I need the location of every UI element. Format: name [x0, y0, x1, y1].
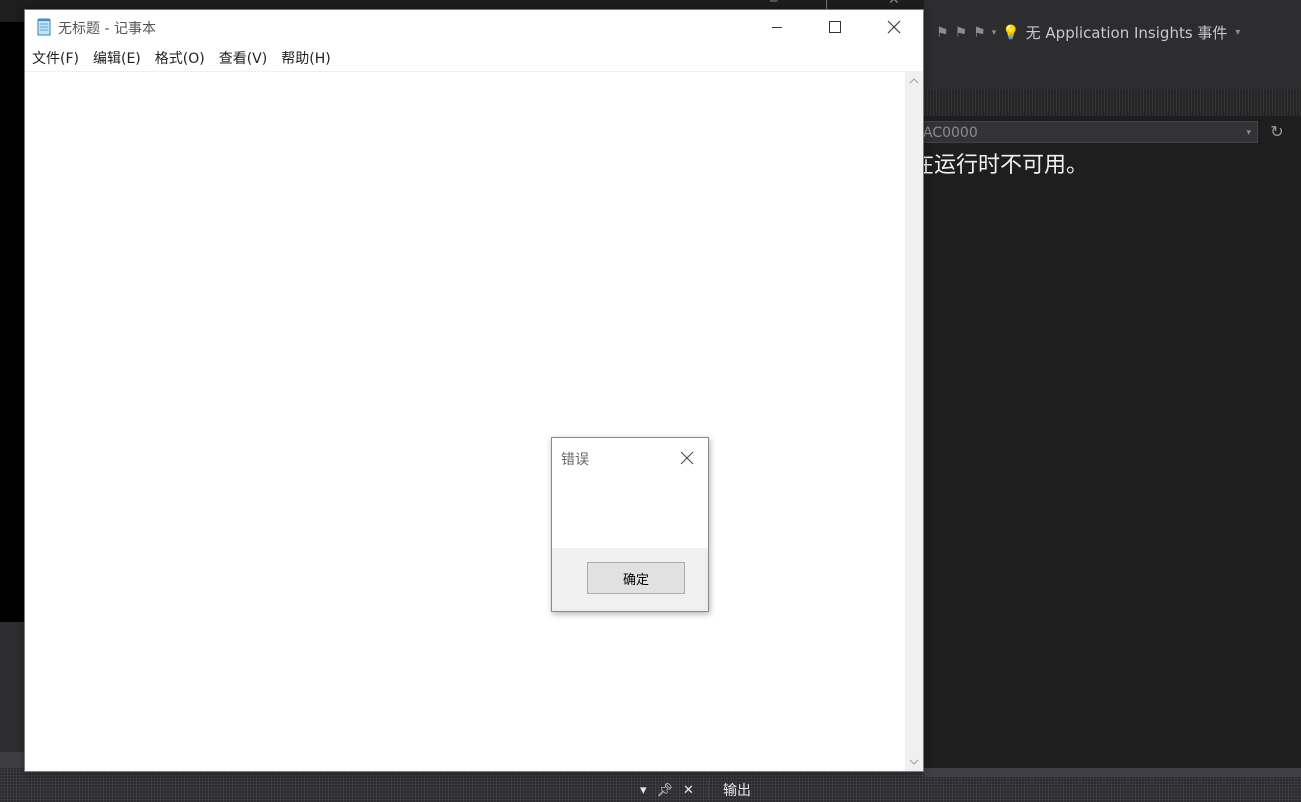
maximize-icon [829, 21, 841, 33]
scroll-down-button[interactable] [905, 753, 923, 771]
vs-output-tab-strip: ▾ 📌︎ ✕ 输出 [640, 778, 751, 802]
dialog-title: 错误 [561, 452, 589, 468]
minimize-icon: ─ [770, 0, 778, 8]
vs-unavailable-message: 在运行时不可用。 [912, 153, 1089, 178]
chevron-down-icon [909, 759, 919, 765]
scroll-up-button[interactable] [905, 72, 923, 90]
menu-edit[interactable]: 编辑(E) [86, 48, 148, 70]
vs-panel-tab-strip [924, 768, 1301, 777]
maximize-button[interactable] [806, 10, 864, 44]
ok-button[interactable]: 确定 [587, 562, 685, 594]
menu-help[interactable]: 帮助(H) [274, 48, 337, 70]
minimize-icon [772, 27, 782, 28]
menu-file[interactable]: 文件(F) [25, 48, 86, 70]
notepad-window: 无标题 - 记事本 文件(F) 编辑(E) 格式(O) 查看(V) 帮助(H) [24, 9, 924, 772]
error-dialog: 错误 确定 [551, 437, 709, 612]
close-icon: ✕ [888, 0, 900, 8]
chevron-down-icon[interactable]: ▾ [1235, 27, 1240, 38]
vs-process-combo[interactable]: AC0000 ▾ [914, 121, 1258, 143]
application-insights-icon: 💡 [1002, 24, 1020, 41]
menu-bar: 文件(F) 编辑(E) 格式(O) 查看(V) 帮助(H) [25, 48, 923, 70]
menu-view[interactable]: 查看(V) [212, 48, 275, 70]
bookmark-next-icon[interactable]: ⚑ [973, 25, 986, 41]
vs-left-panel [0, 622, 24, 752]
dropdown-arrow-icon[interactable]: ▾ [640, 783, 647, 798]
window-title: 无标题 - 记事本 [58, 21, 156, 37]
bookmark-prev-icon[interactable]: ⚑ [955, 25, 968, 41]
refresh-icon[interactable]: ↻ [1266, 121, 1288, 143]
application-insights-dropdown[interactable]: 无 Application Insights 事件 [1026, 22, 1228, 43]
vs-panel-header [924, 90, 1301, 116]
dialog-message [552, 472, 708, 548]
text-editor-area[interactable] [25, 72, 905, 771]
dropdown-arrow-icon[interactable]: ▾ [992, 28, 997, 38]
vs-toolbar [924, 0, 1301, 90]
vs-scrollbar [0, 752, 24, 768]
output-tab[interactable]: 输出 [723, 780, 751, 800]
chevron-up-icon [909, 78, 919, 84]
pin-icon[interactable]: 📌︎ [657, 783, 674, 798]
chevron-down-icon: ▾ [1246, 128, 1251, 138]
vertical-scrollbar[interactable] [905, 72, 923, 771]
bookmark-icon[interactable]: ⚑ [936, 25, 949, 41]
dialog-close-button[interactable] [674, 446, 700, 470]
close-button[interactable] [865, 10, 923, 44]
notepad-title-bar[interactable]: 无标题 - 记事本 [25, 10, 923, 44]
minimize-button[interactable] [748, 10, 806, 44]
vs-toolbar-items: ⚑ ⚑ ⚑ ▾ 💡 无 Application Insights 事件 ▾ [936, 22, 1240, 43]
notepad-icon [37, 18, 51, 36]
menu-format[interactable]: 格式(O) [148, 48, 212, 70]
dialog-footer: 确定 [552, 548, 708, 611]
vs-combo-value: AC0000 [923, 125, 978, 141]
console-window-edge [0, 22, 24, 622]
close-icon [680, 451, 694, 465]
divider [707, 780, 709, 800]
close-icon[interactable]: ✕ [683, 783, 694, 798]
close-icon [887, 20, 901, 34]
